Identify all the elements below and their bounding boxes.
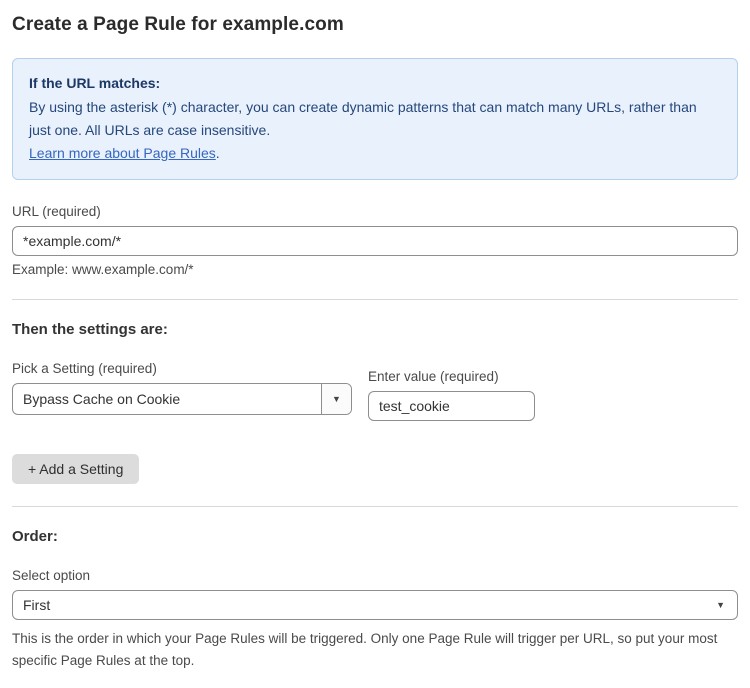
setting-value-label: Enter value (required) bbox=[368, 369, 535, 384]
learn-more-link[interactable]: Learn more about Page Rules bbox=[29, 145, 216, 161]
setting-select-label: Pick a Setting (required) bbox=[12, 361, 352, 376]
setting-select-group: Pick a Setting (required) Bypass Cache o… bbox=[12, 361, 352, 415]
order-helper-text: This is the order in which your Page Rul… bbox=[12, 628, 732, 672]
create-page-rule-panel: Create a Page Rule for example.com If th… bbox=[0, 0, 750, 688]
info-box-link-line: Learn more about Page Rules. bbox=[29, 142, 721, 165]
setting-select[interactable]: Bypass Cache on Cookie ▼ bbox=[12, 383, 352, 415]
info-box-heading: If the URL matches: bbox=[29, 72, 721, 95]
settings-section-heading: Then the settings are: bbox=[12, 321, 738, 338]
url-field-helper: Example: www.example.com/* bbox=[12, 262, 738, 277]
url-input[interactable] bbox=[12, 226, 738, 256]
chevron-down-icon: ▼ bbox=[332, 395, 341, 404]
info-box-body-text: By using the asterisk (*) character, you… bbox=[29, 99, 697, 138]
setting-select-value: Bypass Cache on Cookie bbox=[13, 384, 321, 414]
url-field-label: URL (required) bbox=[12, 204, 738, 219]
page-title: Create a Page Rule for example.com bbox=[12, 14, 738, 36]
setting-value-input[interactable] bbox=[368, 391, 535, 421]
setting-value-group: Enter value (required) bbox=[368, 369, 535, 421]
divider bbox=[12, 506, 738, 507]
order-field-group: Select option First ▼ This is the order … bbox=[12, 568, 738, 672]
order-select-label: Select option bbox=[12, 568, 738, 583]
divider bbox=[12, 299, 738, 300]
order-section-heading: Order: bbox=[12, 528, 738, 545]
url-field-group: URL (required) Example: www.example.com/… bbox=[12, 204, 738, 277]
settings-row: Pick a Setting (required) Bypass Cache o… bbox=[12, 361, 738, 421]
link-period: . bbox=[216, 145, 220, 161]
add-setting-wrap: + Add a Setting bbox=[12, 454, 738, 484]
order-select-value: First bbox=[23, 597, 50, 613]
order-select[interactable]: First ▼ bbox=[12, 590, 738, 620]
setting-select-arrow-button[interactable]: ▼ bbox=[321, 384, 351, 414]
url-matches-info-box: If the URL matches: By using the asteris… bbox=[12, 58, 738, 180]
chevron-down-icon: ▼ bbox=[716, 601, 725, 610]
info-box-body: By using the asterisk (*) character, you… bbox=[29, 96, 721, 142]
add-setting-button[interactable]: + Add a Setting bbox=[12, 454, 139, 484]
